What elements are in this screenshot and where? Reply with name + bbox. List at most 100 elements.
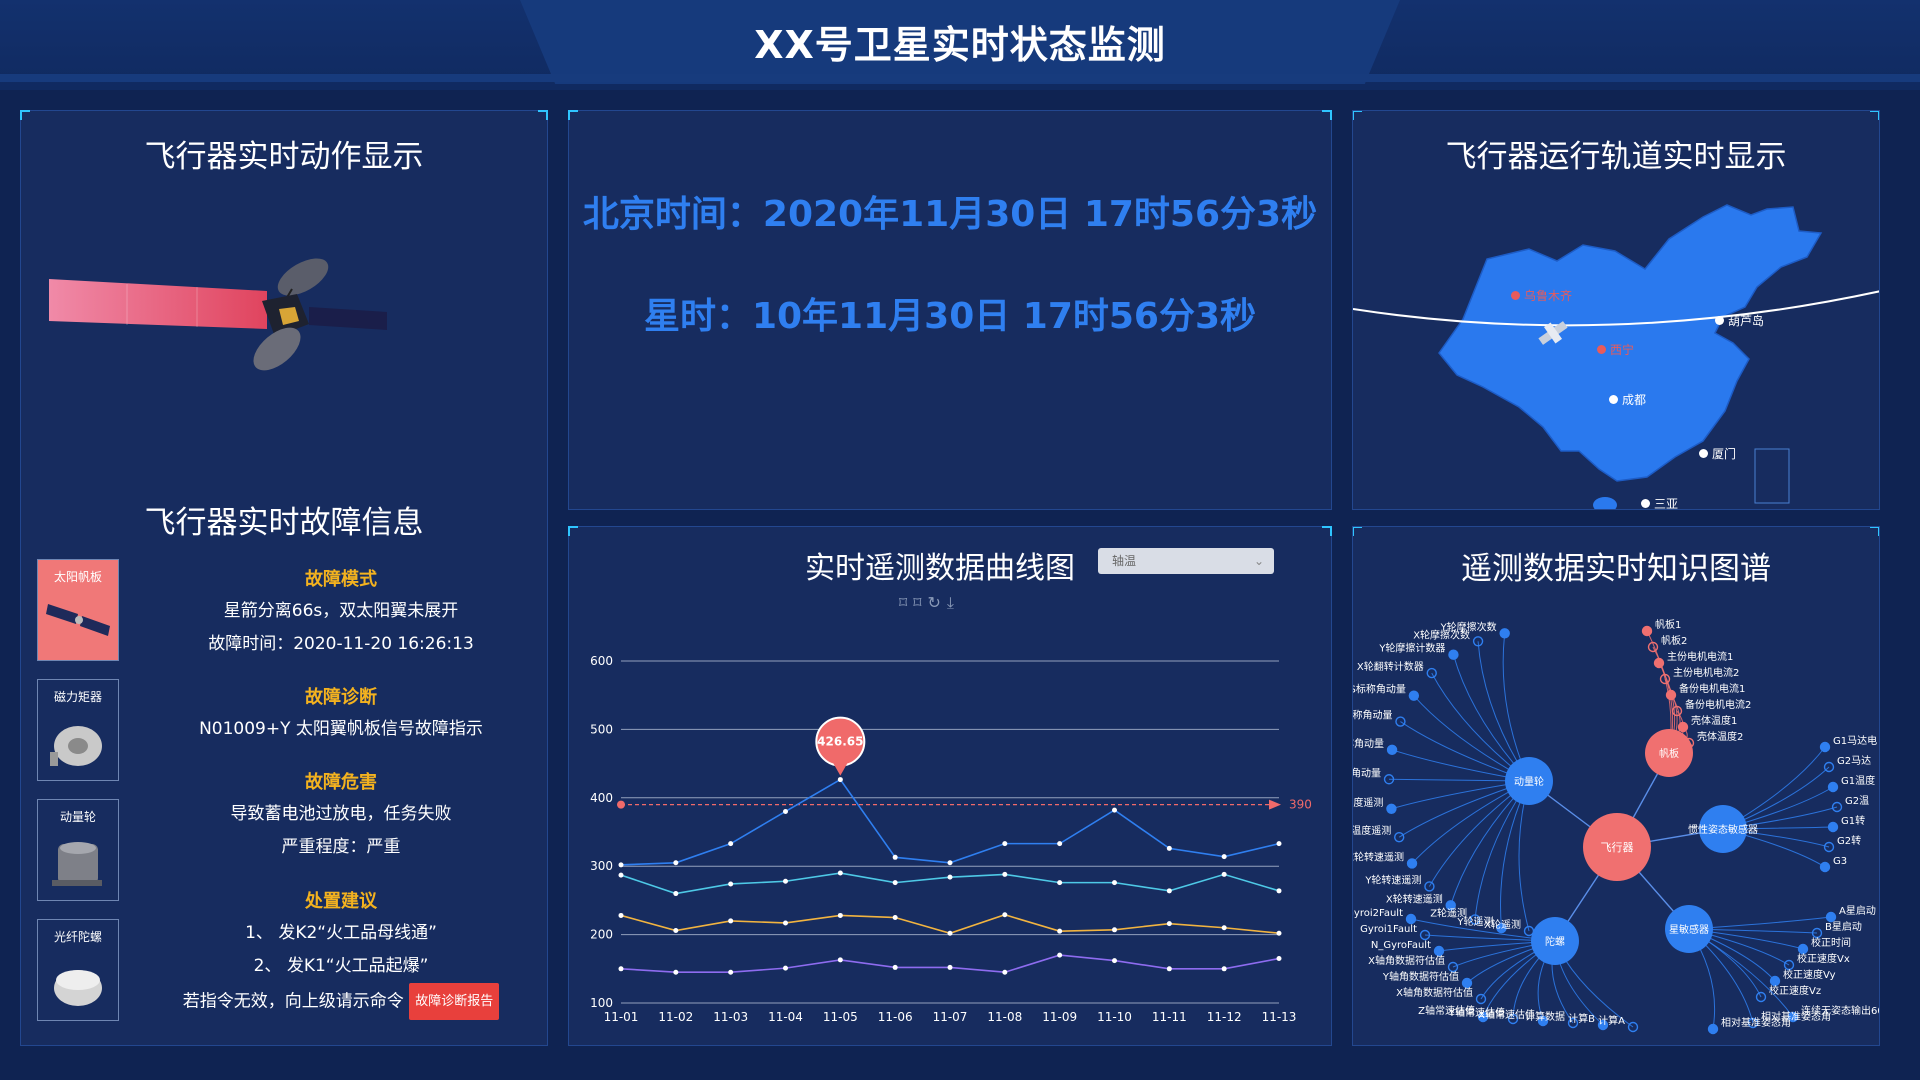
city-dot-icon xyxy=(1715,316,1724,325)
data-point xyxy=(1112,958,1117,964)
graph-leaf-label: 校正速度Vx xyxy=(1797,952,1850,965)
data-point xyxy=(728,969,734,975)
max-marker-label: 426.65 xyxy=(817,735,863,749)
graph-leaf-node xyxy=(1386,803,1397,814)
fault-advice-line: 1、 发K2“火工品母线通” xyxy=(245,923,437,943)
fault-diagnosis-section: 故障诊断 N01009+Y 太阳翼帆板信号故障指示 xyxy=(141,683,541,746)
data-point xyxy=(892,964,898,970)
orbit-panel: 飞行器运行轨道实时显示 乌鲁木齐 西宁 成都 葫芦岛 厦门 三亚 xyxy=(1352,110,1880,510)
graph-leaf-label: Z轮转速遥测 xyxy=(1353,850,1404,863)
graph-leaf-label: G3 xyxy=(1833,856,1847,867)
data-point xyxy=(673,891,679,897)
x-tick-label: 11-03 xyxy=(713,1010,748,1024)
city-label: 三亚 xyxy=(1654,497,1679,510)
max-marker-pin xyxy=(832,761,849,776)
knowledge-graph: Y轮摩擦次数X轮摩擦次数Y轮摩擦计数器X轮翻转计数器S标称角动量Z标称角动量Y标… xyxy=(1353,618,1879,1035)
fault-mode-section: 故障模式 星箭分离66s，双太阳翼未展开 故障时间：2020-11-20 16:… xyxy=(141,565,541,661)
graph-leaf-label: G1转 xyxy=(1841,814,1865,827)
graph-leaf-node xyxy=(1461,977,1473,989)
city-chengdu: 成都 xyxy=(1609,391,1646,408)
fault-thumb-fiber-gyro[interactable]: 光纤陀螺 xyxy=(37,919,119,1021)
avg-line-arrow xyxy=(1269,799,1281,810)
graph-leaf-label: G2马达 xyxy=(1837,755,1871,767)
graph-leaf-label: 计算A xyxy=(1598,1014,1625,1027)
x-tick-label: 11-04 xyxy=(768,1010,803,1024)
graph-leaf-label: X轮摩擦次数 xyxy=(1413,628,1470,641)
graph-leaf-node xyxy=(1408,690,1420,701)
graph-leaf-label: N_GyroFault xyxy=(1371,940,1431,951)
x-tick-label: 11-06 xyxy=(878,1010,913,1024)
series-line xyxy=(620,913,1280,935)
data-point xyxy=(1002,969,1008,975)
graph-leaf-label: B星启动 xyxy=(1825,920,1862,933)
x-tick-label: 11-08 xyxy=(987,1010,1022,1024)
graph-leaf-node xyxy=(1424,881,1435,892)
graph-leaf-node xyxy=(1797,943,1809,955)
graph-leaf-label: A星启动 xyxy=(1839,904,1876,917)
graph-leaf-label: 备份电机电流2 xyxy=(1685,698,1751,711)
y-tick-label: 400 xyxy=(590,791,613,805)
data-point xyxy=(837,912,843,918)
city-xiamen: 厦门 xyxy=(1699,445,1736,462)
graph-leaf-node xyxy=(1827,781,1839,793)
graph-leaf-node xyxy=(1433,945,1445,957)
graph-leaf-label: X轮遥测 xyxy=(1484,918,1521,931)
data-point xyxy=(1112,880,1117,886)
fault-thumb-momentum-wheel[interactable]: 动量轮 xyxy=(37,799,119,901)
city-label: 成都 xyxy=(1622,393,1647,407)
graph-leaf-node xyxy=(1393,831,1405,843)
magnetorquer-image xyxy=(50,726,102,766)
graph-leaf-label: 校正时间 xyxy=(1811,936,1851,949)
graph-leaf-node xyxy=(1827,821,1839,833)
graph-leaf-label: 壳体温度2 xyxy=(1697,730,1743,743)
data-point xyxy=(673,860,679,866)
fault-harm-line: 导致蓄电池过放电，任务失败 xyxy=(230,804,452,824)
graph-leaf-label: Y轮摩擦计数器 xyxy=(1378,642,1445,655)
graph-leaf-label: Y轮温度遥测 xyxy=(1353,824,1391,837)
graph-leaf-node xyxy=(1653,657,1665,669)
data-point xyxy=(783,808,788,814)
graph-leaf-node xyxy=(1677,721,1689,733)
graph-leaf-label: Y标称角动量 xyxy=(1353,737,1384,750)
data-point xyxy=(728,841,734,847)
y-tick-label: 300 xyxy=(590,859,613,873)
data-point xyxy=(618,966,624,972)
fault-report-button[interactable]: 故障诊断报告 xyxy=(409,983,500,1020)
avg-line-label: 390 xyxy=(1289,798,1312,812)
fault-advice-line: 2、 发K1“火工品起爆” xyxy=(253,956,429,976)
graph-leaf-label: Y轴角数据符估值 xyxy=(1382,970,1459,983)
city-dot-icon xyxy=(1641,499,1650,508)
fiber-gyro-image xyxy=(54,970,102,1006)
data-point xyxy=(837,870,843,876)
graph-leaf-label: 帆板1 xyxy=(1655,618,1681,631)
data-point xyxy=(1002,912,1008,918)
fault-thumb-solar-panel[interactable]: 太阳帆板 xyxy=(37,559,119,661)
chart-panel: 实时遥测数据曲线图 轴温 ⌄ ⌑⌑↻⤓ 100 200 300 400 500 600 11… xyxy=(568,526,1332,1046)
graph-leaf-label: 帆板2 xyxy=(1661,634,1687,647)
graph-hub-label: 帆板 xyxy=(1659,747,1679,760)
graph-leaf-label: X轮转速遥测 xyxy=(1386,892,1443,905)
avg-line-start xyxy=(617,800,625,809)
graph-leaf-label: 主份电机电流1 xyxy=(1667,650,1733,663)
graph-leaf-label: G1温度 xyxy=(1841,774,1875,787)
beijing-time: 北京时间：2020年11月30日 17时56分3秒 xyxy=(582,194,1318,235)
x-tick-label: 11-13 xyxy=(1262,1010,1297,1024)
graph-leaf-label: 壳体温度1 xyxy=(1691,714,1737,727)
data-point xyxy=(728,881,734,887)
fault-thumb-label: 磁力矩器 xyxy=(53,690,102,704)
graph-leaf-node xyxy=(1386,744,1398,756)
data-point xyxy=(673,969,679,975)
data-point xyxy=(783,920,788,926)
fault-thumb-magnetorquer[interactable]: 磁力矩器 xyxy=(37,679,119,781)
data-point xyxy=(1276,841,1282,847)
city-sanya: 三亚 xyxy=(1641,495,1679,510)
data-point xyxy=(1112,807,1117,813)
graph-leaf-node xyxy=(1769,975,1781,987)
left-panel: 飞行器实时动作显示 飞行器实时故障信息 太阳帆板 磁力矩器 动量轮 光纤陀螺 故… xyxy=(20,110,548,1046)
graph-leaf-label: Y轮转速遥测 xyxy=(1364,873,1421,886)
star-time: 星时：10年11月30日 17时56分3秒 xyxy=(643,296,1257,337)
data-point xyxy=(947,930,953,936)
data-point xyxy=(618,862,624,868)
city-huludao: 葫芦岛 xyxy=(1715,312,1764,329)
graph-hub-label: 星敏感器 xyxy=(1669,923,1709,936)
